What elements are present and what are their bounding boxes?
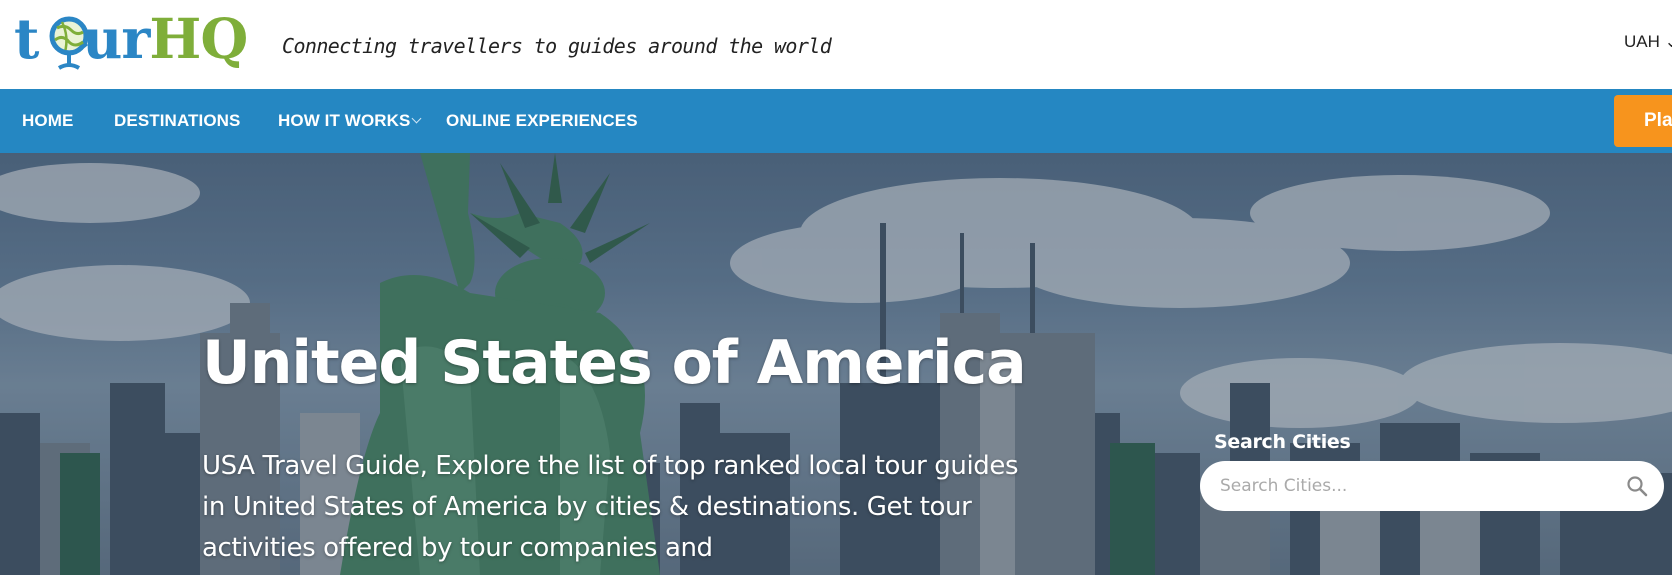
main-navigation: HOME DESTINATIONS HOW IT WORKS ONLINE EX… [0, 89, 1672, 153]
site-header: tourHQ Connecting travellers to guides a… [0, 0, 1672, 89]
logo-letter-t: t [14, 6, 39, 71]
site-tagline: Connecting travellers to guides around t… [282, 34, 832, 58]
hero-banner: United States of America USA Travel Guid… [0, 153, 1672, 575]
search-cities-label: Search Cities [1214, 431, 1351, 453]
currency-selector[interactable]: UAH ⌄ [1624, 32, 1672, 52]
tourhq-logo[interactable]: tourHQ [14, 4, 264, 74]
nav-item-destinations[interactable]: DESTINATIONS [114, 111, 241, 131]
search-icon[interactable] [1626, 475, 1648, 497]
hero-description: USA Travel Guide, Explore the list of to… [202, 451, 1019, 563]
nav-item-home[interactable]: HOME [22, 111, 73, 131]
globe-icon [49, 16, 89, 70]
search-cities-box [1200, 461, 1664, 511]
nav-item-how-it-works-label: HOW IT WORKS [278, 111, 411, 130]
logo-letters-ur: ur [82, 6, 150, 71]
nav-item-how-it-works[interactable]: HOW IT WORKS [278, 111, 422, 131]
logo-letters-hq: HQ [149, 6, 248, 71]
page-title: United States of America [202, 328, 1027, 398]
nav-item-online-experiences[interactable]: ONLINE EXPERIENCES [446, 111, 638, 131]
chevron-down-icon [412, 113, 422, 124]
plan-trip-button[interactable]: Pla [1614, 95, 1672, 147]
search-cities-input[interactable] [1220, 461, 1610, 511]
